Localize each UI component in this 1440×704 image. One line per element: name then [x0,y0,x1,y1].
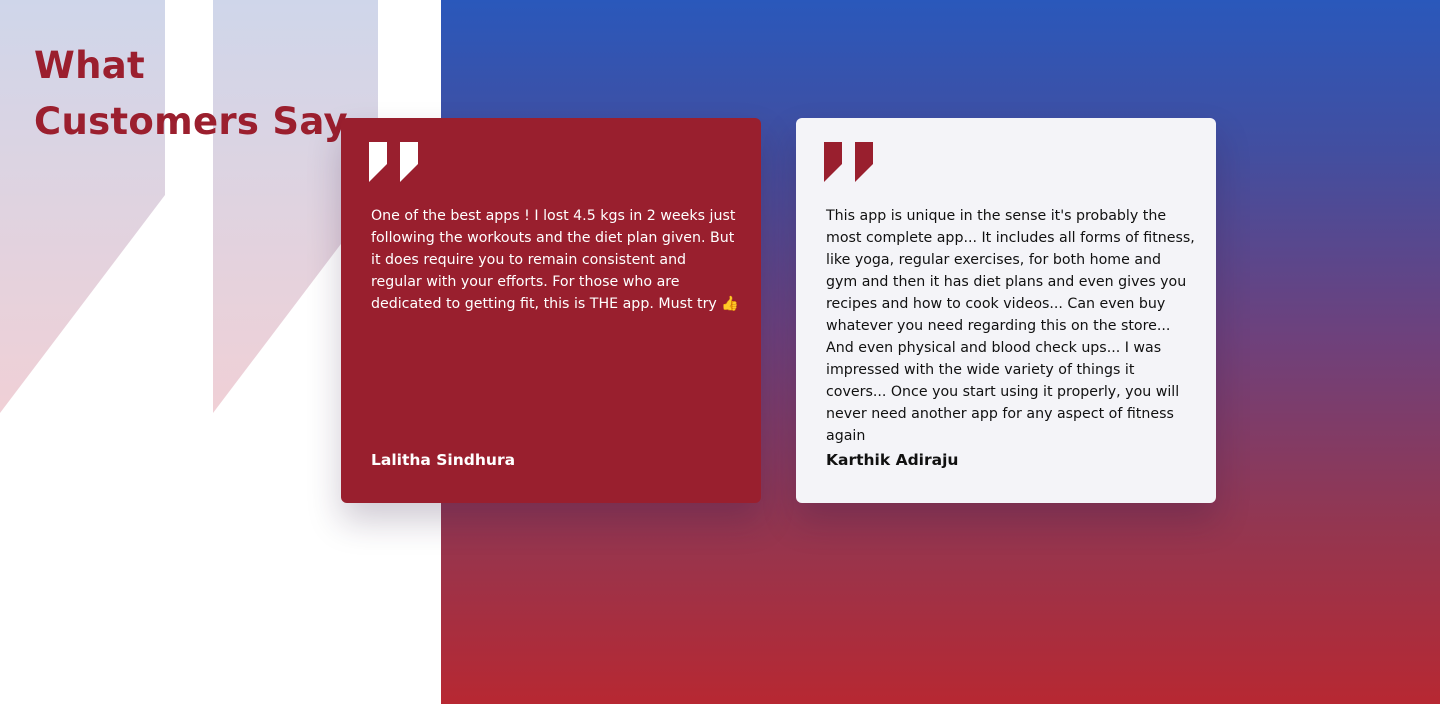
testimonial-text: One of the best apps ! I lost 4.5 kgs in… [371,208,740,312]
quote-mark-icon [824,142,873,182]
section-title-line-2: Customers Say [34,100,348,143]
section-title-line-1: What [34,44,146,87]
testimonial-text: This app is unique in the sense it's pro… [826,208,1195,444]
testimonial-card-2: This app is unique in the sense it's pro… [796,118,1216,503]
section-title: What Customers Say [34,38,374,150]
quote-mark-icon [369,142,418,182]
testimonial-author: Lalitha Sindhura [371,451,516,469]
testimonial-card-1: One of the best apps ! I lost 4.5 kgs in… [341,118,761,503]
testimonial-author: Karthik Adiraju [826,451,959,469]
